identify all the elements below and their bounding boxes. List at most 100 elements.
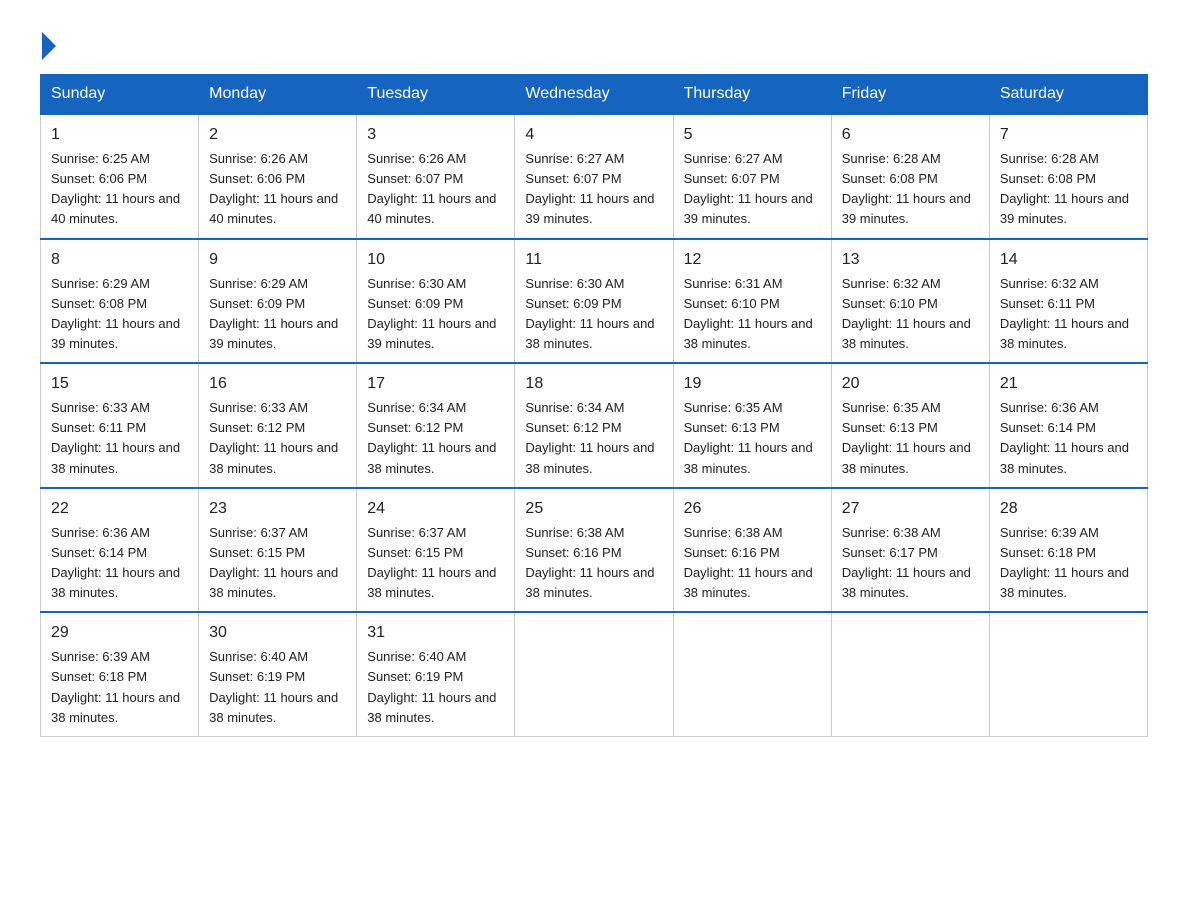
day-number: 30 bbox=[209, 621, 346, 645]
day-number: 12 bbox=[684, 248, 821, 272]
day-number: 9 bbox=[209, 248, 346, 272]
day-info: Sunrise: 6:31 AMSunset: 6:10 PMDaylight:… bbox=[684, 274, 821, 355]
calendar-header-friday: Friday bbox=[831, 75, 989, 115]
day-info: Sunrise: 6:38 AMSunset: 6:17 PMDaylight:… bbox=[842, 523, 979, 604]
calendar-header-monday: Monday bbox=[199, 75, 357, 115]
calendar-cell: 28Sunrise: 6:39 AMSunset: 6:18 PMDayligh… bbox=[989, 488, 1147, 613]
day-number: 26 bbox=[684, 497, 821, 521]
calendar-cell: 12Sunrise: 6:31 AMSunset: 6:10 PMDayligh… bbox=[673, 239, 831, 364]
calendar-cell: 18Sunrise: 6:34 AMSunset: 6:12 PMDayligh… bbox=[515, 363, 673, 488]
day-number: 31 bbox=[367, 621, 504, 645]
day-number: 14 bbox=[1000, 248, 1137, 272]
day-number: 29 bbox=[51, 621, 188, 645]
calendar-cell: 8Sunrise: 6:29 AMSunset: 6:08 PMDaylight… bbox=[41, 239, 199, 364]
day-number: 1 bbox=[51, 123, 188, 147]
calendar-cell: 2Sunrise: 6:26 AMSunset: 6:06 PMDaylight… bbox=[199, 114, 357, 239]
calendar-cell bbox=[673, 612, 831, 736]
day-info: Sunrise: 6:32 AMSunset: 6:10 PMDaylight:… bbox=[842, 274, 979, 355]
calendar-cell: 6Sunrise: 6:28 AMSunset: 6:08 PMDaylight… bbox=[831, 114, 989, 239]
calendar-header-thursday: Thursday bbox=[673, 75, 831, 115]
day-number: 22 bbox=[51, 497, 188, 521]
day-info: Sunrise: 6:26 AMSunset: 6:06 PMDaylight:… bbox=[209, 149, 346, 230]
day-number: 5 bbox=[684, 123, 821, 147]
calendar-cell: 9Sunrise: 6:29 AMSunset: 6:09 PMDaylight… bbox=[199, 239, 357, 364]
calendar-cell: 21Sunrise: 6:36 AMSunset: 6:14 PMDayligh… bbox=[989, 363, 1147, 488]
calendar-cell: 30Sunrise: 6:40 AMSunset: 6:19 PMDayligh… bbox=[199, 612, 357, 736]
calendar-cell: 7Sunrise: 6:28 AMSunset: 6:08 PMDaylight… bbox=[989, 114, 1147, 239]
calendar-cell: 26Sunrise: 6:38 AMSunset: 6:16 PMDayligh… bbox=[673, 488, 831, 613]
calendar-cell: 3Sunrise: 6:26 AMSunset: 6:07 PMDaylight… bbox=[357, 114, 515, 239]
day-info: Sunrise: 6:36 AMSunset: 6:14 PMDaylight:… bbox=[1000, 398, 1137, 479]
day-info: Sunrise: 6:29 AMSunset: 6:08 PMDaylight:… bbox=[51, 274, 188, 355]
day-info: Sunrise: 6:28 AMSunset: 6:08 PMDaylight:… bbox=[842, 149, 979, 230]
calendar-cell: 4Sunrise: 6:27 AMSunset: 6:07 PMDaylight… bbox=[515, 114, 673, 239]
day-number: 17 bbox=[367, 372, 504, 396]
calendar-cell bbox=[831, 612, 989, 736]
calendar-table: SundayMondayTuesdayWednesdayThursdayFrid… bbox=[40, 74, 1148, 737]
day-info: Sunrise: 6:38 AMSunset: 6:16 PMDaylight:… bbox=[525, 523, 662, 604]
day-info: Sunrise: 6:27 AMSunset: 6:07 PMDaylight:… bbox=[684, 149, 821, 230]
week-row-4: 22Sunrise: 6:36 AMSunset: 6:14 PMDayligh… bbox=[41, 488, 1148, 613]
day-number: 11 bbox=[525, 248, 662, 272]
day-info: Sunrise: 6:34 AMSunset: 6:12 PMDaylight:… bbox=[525, 398, 662, 479]
day-number: 19 bbox=[684, 372, 821, 396]
day-info: Sunrise: 6:39 AMSunset: 6:18 PMDaylight:… bbox=[51, 647, 188, 728]
day-number: 6 bbox=[842, 123, 979, 147]
day-number: 20 bbox=[842, 372, 979, 396]
day-info: Sunrise: 6:33 AMSunset: 6:11 PMDaylight:… bbox=[51, 398, 188, 479]
calendar-cell: 13Sunrise: 6:32 AMSunset: 6:10 PMDayligh… bbox=[831, 239, 989, 364]
calendar-cell: 19Sunrise: 6:35 AMSunset: 6:13 PMDayligh… bbox=[673, 363, 831, 488]
day-number: 15 bbox=[51, 372, 188, 396]
week-row-3: 15Sunrise: 6:33 AMSunset: 6:11 PMDayligh… bbox=[41, 363, 1148, 488]
day-info: Sunrise: 6:28 AMSunset: 6:08 PMDaylight:… bbox=[1000, 149, 1137, 230]
calendar-cell: 16Sunrise: 6:33 AMSunset: 6:12 PMDayligh… bbox=[199, 363, 357, 488]
calendar-cell: 5Sunrise: 6:27 AMSunset: 6:07 PMDaylight… bbox=[673, 114, 831, 239]
day-number: 3 bbox=[367, 123, 504, 147]
day-info: Sunrise: 6:38 AMSunset: 6:16 PMDaylight:… bbox=[684, 523, 821, 604]
calendar-cell: 23Sunrise: 6:37 AMSunset: 6:15 PMDayligh… bbox=[199, 488, 357, 613]
calendar-cell: 25Sunrise: 6:38 AMSunset: 6:16 PMDayligh… bbox=[515, 488, 673, 613]
calendar-header-sunday: Sunday bbox=[41, 75, 199, 115]
day-info: Sunrise: 6:39 AMSunset: 6:18 PMDaylight:… bbox=[1000, 523, 1137, 604]
day-info: Sunrise: 6:35 AMSunset: 6:13 PMDaylight:… bbox=[842, 398, 979, 479]
calendar-cell: 1Sunrise: 6:25 AMSunset: 6:06 PMDaylight… bbox=[41, 114, 199, 239]
day-info: Sunrise: 6:29 AMSunset: 6:09 PMDaylight:… bbox=[209, 274, 346, 355]
day-number: 24 bbox=[367, 497, 504, 521]
calendar-header-saturday: Saturday bbox=[989, 75, 1147, 115]
day-info: Sunrise: 6:25 AMSunset: 6:06 PMDaylight:… bbox=[51, 149, 188, 230]
day-number: 10 bbox=[367, 248, 504, 272]
calendar-cell: 15Sunrise: 6:33 AMSunset: 6:11 PMDayligh… bbox=[41, 363, 199, 488]
day-info: Sunrise: 6:34 AMSunset: 6:12 PMDaylight:… bbox=[367, 398, 504, 479]
day-info: Sunrise: 6:40 AMSunset: 6:19 PMDaylight:… bbox=[367, 647, 504, 728]
day-info: Sunrise: 6:30 AMSunset: 6:09 PMDaylight:… bbox=[367, 274, 504, 355]
calendar-header-tuesday: Tuesday bbox=[357, 75, 515, 115]
calendar-cell: 20Sunrise: 6:35 AMSunset: 6:13 PMDayligh… bbox=[831, 363, 989, 488]
day-info: Sunrise: 6:40 AMSunset: 6:19 PMDaylight:… bbox=[209, 647, 346, 728]
calendar-cell: 10Sunrise: 6:30 AMSunset: 6:09 PMDayligh… bbox=[357, 239, 515, 364]
day-number: 18 bbox=[525, 372, 662, 396]
calendar-cell: 14Sunrise: 6:32 AMSunset: 6:11 PMDayligh… bbox=[989, 239, 1147, 364]
calendar-cell bbox=[515, 612, 673, 736]
day-number: 21 bbox=[1000, 372, 1137, 396]
calendar-cell: 24Sunrise: 6:37 AMSunset: 6:15 PMDayligh… bbox=[357, 488, 515, 613]
calendar-header-row: SundayMondayTuesdayWednesdayThursdayFrid… bbox=[41, 75, 1148, 115]
day-number: 4 bbox=[525, 123, 662, 147]
day-number: 28 bbox=[1000, 497, 1137, 521]
day-info: Sunrise: 6:30 AMSunset: 6:09 PMDaylight:… bbox=[525, 274, 662, 355]
logo-arrow-icon bbox=[42, 32, 56, 60]
calendar-cell: 29Sunrise: 6:39 AMSunset: 6:18 PMDayligh… bbox=[41, 612, 199, 736]
day-number: 23 bbox=[209, 497, 346, 521]
week-row-1: 1Sunrise: 6:25 AMSunset: 6:06 PMDaylight… bbox=[41, 114, 1148, 239]
day-info: Sunrise: 6:35 AMSunset: 6:13 PMDaylight:… bbox=[684, 398, 821, 479]
calendar-cell: 11Sunrise: 6:30 AMSunset: 6:09 PMDayligh… bbox=[515, 239, 673, 364]
day-info: Sunrise: 6:26 AMSunset: 6:07 PMDaylight:… bbox=[367, 149, 504, 230]
logo bbox=[40, 30, 56, 54]
day-number: 27 bbox=[842, 497, 979, 521]
day-number: 25 bbox=[525, 497, 662, 521]
day-info: Sunrise: 6:37 AMSunset: 6:15 PMDaylight:… bbox=[367, 523, 504, 604]
day-info: Sunrise: 6:27 AMSunset: 6:07 PMDaylight:… bbox=[525, 149, 662, 230]
day-info: Sunrise: 6:36 AMSunset: 6:14 PMDaylight:… bbox=[51, 523, 188, 604]
day-info: Sunrise: 6:32 AMSunset: 6:11 PMDaylight:… bbox=[1000, 274, 1137, 355]
calendar-cell: 22Sunrise: 6:36 AMSunset: 6:14 PMDayligh… bbox=[41, 488, 199, 613]
page-header bbox=[40, 30, 1148, 54]
